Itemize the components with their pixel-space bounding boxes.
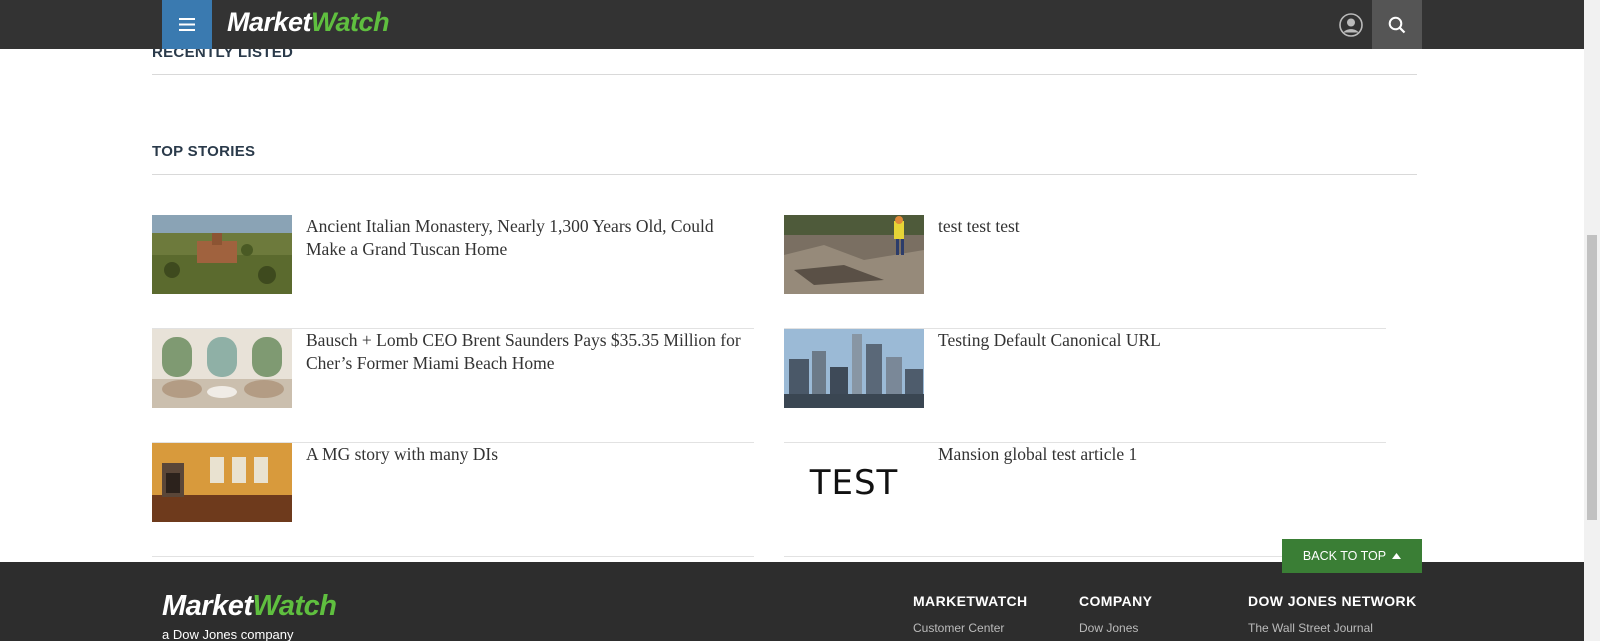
back-to-top-label: BACK TO TOP <box>1302 549 1387 563</box>
footer-col-title-dow-jones-network: DOW JONES NETWORK <box>1248 593 1417 609</box>
story-headline[interactable]: Ancient Italian Monastery, Nearly 1,300 … <box>306 215 746 261</box>
footer-col-title-company: COMPANY <box>1079 593 1153 609</box>
footer-link-customer-center[interactable]: Customer Center <box>913 621 1004 635</box>
story-item[interactable]: A MG story with many DIs <box>152 443 754 557</box>
story-item[interactable]: Bausch + Lomb CEO Brent Saunders Pays $3… <box>152 329 754 443</box>
story-item[interactable]: Ancient Italian Monastery, Nearly 1,300 … <box>152 215 754 329</box>
recently-listed-divider <box>152 74 1417 75</box>
footer-marketwatch-logo[interactable]: MarketWatch <box>162 590 337 623</box>
page-scrollbar[interactable] <box>1584 0 1600 641</box>
search-button[interactable] <box>1372 0 1422 49</box>
story-thumbnail-empty-room[interactable] <box>152 443 292 522</box>
story-item[interactable]: Testing Default Canonical URL <box>784 329 1386 443</box>
user-icon <box>1339 12 1363 37</box>
story-thumbnail-living-room[interactable] <box>152 329 292 408</box>
story-thumbnail-test[interactable]: TEST <box>784 443 924 522</box>
story-headline[interactable]: Bausch + Lomb CEO Brent Saunders Pays $3… <box>306 329 746 375</box>
story-item[interactable]: test test test <box>784 215 1386 329</box>
search-icon <box>1388 16 1406 33</box>
story-thumbnail-city-skyline[interactable] <box>784 329 924 408</box>
story-headline[interactable]: Testing Default Canonical URL <box>938 329 1378 352</box>
site-footer: MarketWatch a Dow Jones company MARKETWA… <box>0 562 1584 641</box>
marketwatch-logo[interactable]: MarketWatch <box>227 7 390 38</box>
top-stories-title: TOP STORIES <box>152 143 256 160</box>
story-thumbnail-monastery[interactable] <box>152 215 292 294</box>
back-to-top-button[interactable]: BACK TO TOP <box>1282 539 1422 573</box>
caret-up-icon <box>1392 553 1402 559</box>
footer-link-dow-jones[interactable]: Dow Jones <box>1079 621 1138 635</box>
site-header: MarketWatch <box>0 0 1584 49</box>
scrollbar-thumb[interactable] <box>1587 235 1597 520</box>
story-headline[interactable]: test test test <box>938 215 1378 238</box>
footer-link-wall-street-journal[interactable]: The Wall Street Journal <box>1248 621 1373 635</box>
user-account-button[interactable] <box>1326 0 1376 49</box>
story-headline[interactable]: A MG story with many DIs <box>306 443 746 466</box>
story-thumbnail-rock-worker[interactable] <box>784 215 924 294</box>
menu-button[interactable] <box>162 0 212 49</box>
footer-tagline: a Dow Jones company <box>162 627 294 641</box>
story-headline[interactable]: Mansion global test article 1 <box>938 443 1378 466</box>
footer-col-title-marketwatch: MARKETWATCH <box>913 593 1028 609</box>
top-stories-divider <box>152 174 1417 175</box>
hamburger-icon <box>179 18 195 31</box>
page: MarketWatch RECENTLY LISTED TOP STORIES <box>0 0 1600 641</box>
thumbnail-test-text: TEST <box>809 462 899 503</box>
